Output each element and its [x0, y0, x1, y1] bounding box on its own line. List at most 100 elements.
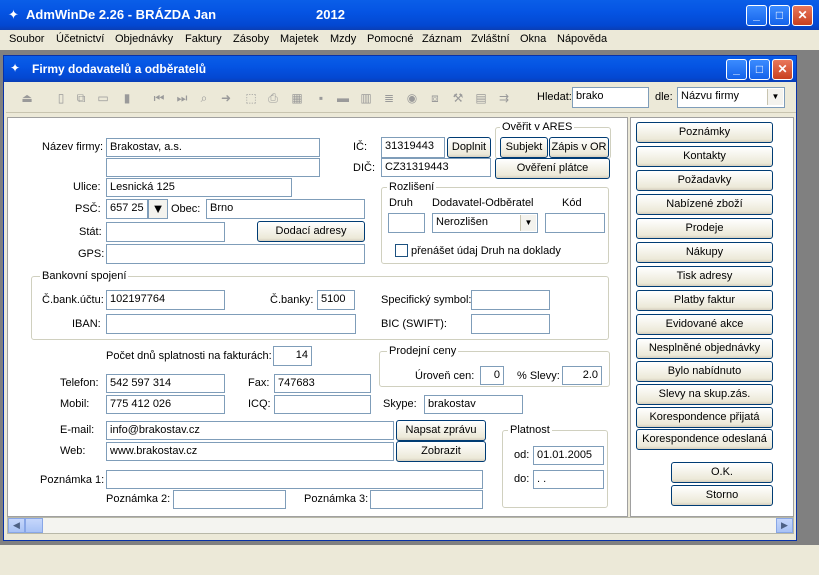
bic-input[interactable] — [471, 314, 550, 334]
note2-input[interactable] — [173, 490, 286, 509]
menu-item[interactable]: Nápověda — [557, 33, 607, 45]
recorded-actions-button[interactable]: Evidované akce — [636, 314, 773, 335]
write-message-button[interactable]: Napsat zprávu — [396, 420, 486, 441]
chart-icon[interactable]: ▥ — [359, 91, 373, 105]
country-input[interactable] — [106, 222, 225, 242]
account-input[interactable]: 102197764 — [106, 290, 225, 310]
menu-item[interactable]: Pomocné — [367, 33, 413, 45]
menu-item[interactable]: Mzdy — [330, 33, 356, 45]
price-level-input[interactable]: 0 — [480, 366, 504, 385]
window-maximize-icon[interactable]: □ — [749, 59, 770, 80]
group-discounts-button[interactable]: Slevy na skup.zás. — [636, 384, 773, 405]
valid-from-input[interactable]: 01.01.2005 — [533, 446, 604, 465]
code-input[interactable] — [545, 213, 605, 233]
table-icon[interactable]: ▦ — [290, 91, 304, 105]
select-icon[interactable]: ⬚ — [244, 91, 258, 105]
image-icon[interactable]: ▪ — [314, 91, 328, 105]
contacts-button[interactable]: Kontakty — [636, 146, 773, 167]
report-icon[interactable]: ▤ — [474, 91, 488, 105]
menu-item[interactable]: Majetek — [280, 33, 319, 45]
delivery-addresses-button[interactable]: Dodací adresy — [257, 221, 365, 242]
requirements-button[interactable]: Požadavky — [636, 170, 773, 191]
chevron-down-icon[interactable]: ▼ — [520, 215, 536, 231]
zip-dropdown-icon[interactable]: ▼ — [148, 199, 168, 219]
supplier-customer-select[interactable]: Nerozlišen ▼ — [432, 213, 538, 233]
transfer-type-checkbox[interactable] — [395, 244, 408, 257]
last-record-icon[interactable]: ⏭ — [175, 91, 189, 105]
maximize-icon[interactable]: □ — [769, 5, 790, 26]
search-by-select[interactable]: Názvu firmy ▼ — [677, 87, 785, 108]
menu-item[interactable]: Objednávky — [115, 33, 173, 45]
menu-item[interactable]: Zvláštní — [471, 33, 510, 45]
horizontal-scrollbar[interactable]: ◀ ▶ — [7, 517, 794, 534]
email-input[interactable]: info@brakostav.cz — [106, 421, 394, 440]
iban-input[interactable] — [106, 314, 356, 334]
menu-item[interactable]: Faktury — [185, 33, 222, 45]
phone-input[interactable]: 542 597 314 — [106, 374, 225, 393]
street-input[interactable]: Lesnická 125 — [106, 178, 292, 197]
window-close-icon[interactable]: ✕ — [772, 59, 793, 80]
copy-icon[interactable]: ⧉ — [74, 91, 88, 105]
unfulfilled-orders-button[interactable]: Nesplněné objednávky — [636, 338, 773, 359]
new-icon[interactable]: ▯ — [54, 91, 68, 105]
scroll-left-icon[interactable]: ◀ — [8, 518, 25, 533]
tools-icon[interactable]: ⚒ — [451, 91, 465, 105]
show-web-button[interactable]: Zobrazit — [396, 441, 486, 462]
open-icon[interactable]: ▭ — [96, 91, 110, 105]
company-name2-input[interactable] — [106, 158, 320, 177]
menu-item[interactable]: Účetnictví — [56, 33, 104, 45]
delete-icon[interactable]: ▮ — [120, 91, 134, 105]
sales-button[interactable]: Prodeje — [636, 218, 773, 239]
register-entry-button[interactable]: Zápis v OR — [549, 137, 609, 158]
gps-input[interactable] — [106, 244, 365, 264]
menu-item[interactable]: Zásoby — [233, 33, 269, 45]
exit-icon[interactable]: ⏏ — [20, 91, 34, 105]
valid-to-input[interactable]: . . — [533, 470, 604, 489]
minimize-icon[interactable]: _ — [746, 5, 767, 26]
menu-item[interactable]: Záznam — [422, 33, 462, 45]
ok-button[interactable]: O.K. — [671, 462, 773, 483]
group-icon[interactable]: ⧈ — [428, 91, 442, 105]
note3-input[interactable] — [370, 490, 483, 509]
specific-symbol-input[interactable] — [471, 290, 550, 310]
bank-code-input[interactable]: 5100 — [317, 290, 355, 310]
goto-icon[interactable]: ➜ — [219, 91, 233, 105]
close-icon[interactable]: ✕ — [792, 5, 813, 26]
chevron-down-icon[interactable]: ▼ — [767, 89, 783, 105]
print-icon[interactable]: ⎙ — [266, 91, 280, 105]
city-input[interactable]: Brno — [206, 199, 365, 219]
icq-input[interactable] — [274, 395, 371, 414]
due-days-input[interactable]: 14 — [273, 346, 312, 366]
web-input[interactable]: www.brakostav.cz — [106, 442, 394, 461]
first-record-icon[interactable]: ⏮ — [152, 91, 166, 105]
payer-verification-button[interactable]: Ověření plátce — [495, 158, 610, 179]
search-input[interactable]: brako — [572, 87, 649, 108]
offered-goods-button[interactable]: Nabízené zboží — [636, 194, 773, 215]
list-icon[interactable]: ≣ — [382, 91, 396, 105]
dic-input[interactable]: CZ31319443 — [381, 158, 491, 177]
fax-input[interactable]: 747683 — [274, 374, 371, 393]
mobile-input[interactable]: 775 412 026 — [106, 395, 225, 414]
zip-input[interactable]: 657 25 — [106, 199, 148, 219]
invoice-payments-button[interactable]: Platby faktur — [636, 290, 773, 311]
scroll-thumb[interactable] — [25, 518, 43, 533]
discount-input[interactable]: 2.0 — [562, 366, 602, 385]
menu-item[interactable]: Soubor — [9, 33, 44, 45]
received-correspondence-button[interactable]: Korespondence přijatá — [636, 407, 773, 428]
scroll-right-icon[interactable]: ▶ — [776, 518, 793, 533]
card-icon[interactable]: ▬ — [336, 91, 350, 105]
find-icon[interactable]: ⌕ — [197, 91, 211, 105]
transfer-icon[interactable]: ⇉ — [497, 91, 511, 105]
notes-button[interactable]: Poznámky — [636, 122, 773, 143]
fill-in-button[interactable]: Doplnit — [447, 137, 491, 158]
was-offered-button[interactable]: Bylo nabídnuto — [636, 361, 773, 382]
company-name-input[interactable]: Brakostav, a.s. — [106, 138, 320, 157]
subject-button[interactable]: Subjekt — [500, 137, 548, 158]
window-minimize-icon[interactable]: _ — [726, 59, 747, 80]
binoculars-icon[interactable]: ◉ — [405, 91, 419, 105]
type-input[interactable] — [388, 213, 425, 233]
sent-correspondence-button[interactable]: Korespondence odeslaná — [636, 429, 773, 450]
menu-item[interactable]: Okna — [520, 33, 546, 45]
ic-input[interactable]: 31319443 — [381, 137, 445, 158]
purchases-button[interactable]: Nákupy — [636, 242, 773, 263]
